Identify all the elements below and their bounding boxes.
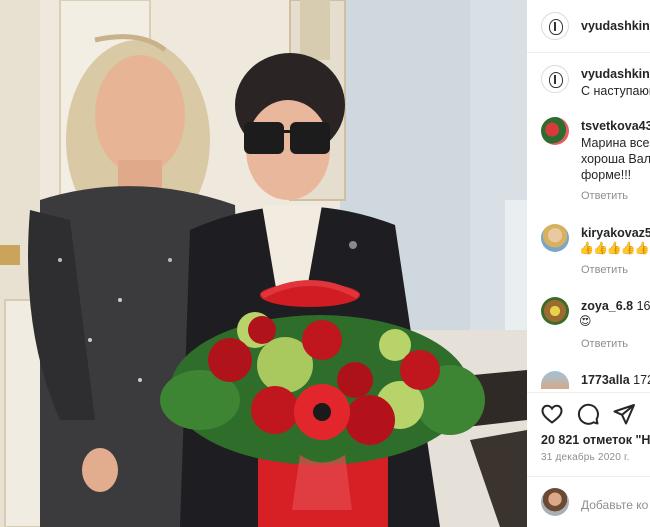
comment-username[interactable]: 1773alla 172 xyxy=(581,373,650,387)
current-user-avatar xyxy=(541,488,569,516)
photo-illustration xyxy=(0,0,527,527)
comment-time: 172 xyxy=(633,373,650,387)
caption-username[interactable]: vyudashkin 1 xyxy=(581,67,650,81)
comment-username[interactable]: tsvetkova435 xyxy=(581,119,650,133)
comment-text-line: форме!!! xyxy=(581,168,632,182)
post-date: 31 декабрь 2020 г. xyxy=(541,452,630,463)
add-comment-input[interactable]: Добавьте ко xyxy=(581,498,648,512)
heart-icon[interactable] xyxy=(540,402,564,426)
reply-link[interactable]: Ответить xyxy=(581,264,628,276)
comment-emoji: 👍👍👍👍👍 xyxy=(579,241,650,255)
commenter-avatar[interactable] xyxy=(541,297,569,325)
post-header: vyudashkin xyxy=(527,0,650,53)
comment-username[interactable]: kiryakovaz56 xyxy=(581,226,650,240)
comment-username[interactable]: zoya_6.8 168 xyxy=(581,299,650,313)
commenter-avatar[interactable] xyxy=(541,371,569,389)
caption-avatar[interactable] xyxy=(541,65,569,93)
likes-count[interactable]: 20 821 отметок "Нр xyxy=(541,433,650,447)
reply-link[interactable]: Ответить xyxy=(581,338,628,350)
share-icon[interactable] xyxy=(612,402,636,426)
commenter-avatar[interactable] xyxy=(541,117,569,145)
comment-icon[interactable] xyxy=(576,402,600,426)
comment-text-line: хороша Вален xyxy=(581,152,650,166)
post-photo[interactable] xyxy=(0,0,527,527)
brand-logo-icon xyxy=(549,19,563,35)
comment-text-line: Марина всегд xyxy=(581,136,650,150)
actions-divider xyxy=(527,392,650,393)
reply-link[interactable]: Ответить xyxy=(581,190,628,202)
commenter-avatar[interactable] xyxy=(541,224,569,252)
post-sidebar: vyudashkin vyudashkin 1 С наступающ tsve… xyxy=(527,0,650,527)
brand-logo-icon xyxy=(549,72,563,88)
author-avatar[interactable] xyxy=(541,12,569,40)
author-username[interactable]: vyudashkin xyxy=(581,19,650,33)
caption-text: С наступающ xyxy=(581,84,650,98)
comment-emoji: 😍 xyxy=(579,314,591,328)
comment-time: 168 xyxy=(636,299,650,313)
comment-box-divider xyxy=(527,476,650,477)
